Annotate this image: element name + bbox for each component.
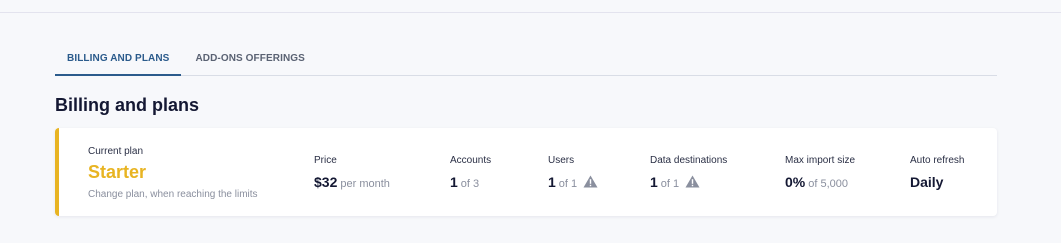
max-import-limit: of 5,000: [808, 178, 848, 190]
plan-summary-card: Current plan Starter Change plan, when r…: [55, 128, 997, 216]
accounts-label: Accounts: [450, 155, 492, 166]
section-title: Billing and plans: [55, 95, 200, 115]
users-count: 1: [548, 174, 556, 190]
current-plan-name: Starter: [88, 162, 147, 182]
change-plan-hint: Change plan, when reaching the limits: [88, 189, 258, 200]
accounts-value: 1 of 3: [450, 174, 479, 190]
auto-refresh-label: Auto refresh: [910, 155, 965, 166]
max-import-size-value: 0% of 5,000: [785, 174, 848, 190]
warning-icon[interactable]: [583, 175, 598, 188]
auto-refresh-value: Daily: [910, 174, 943, 190]
price-amount: $32: [314, 174, 338, 190]
users-limit: of 1: [558, 178, 578, 190]
users-value: 1 of 1: [548, 174, 598, 190]
accounts-limit: of 3: [460, 178, 480, 190]
price-value: $32 per month: [314, 174, 390, 190]
warning-icon[interactable]: [685, 175, 700, 188]
tab-billing-and-plans[interactable]: BILLING AND PLANS: [55, 48, 182, 76]
accounts-count: 1: [450, 174, 458, 190]
top-divider: [0, 12, 1061, 13]
max-import-size-label: Max import size: [785, 155, 856, 166]
price-period: per month: [340, 178, 390, 190]
data-destinations-count: 1: [650, 174, 658, 190]
data-destinations-limit: of 1: [660, 178, 680, 190]
tab-add-ons-offerings[interactable]: ADD-ONS OFFERINGS: [183, 48, 316, 76]
auto-refresh-frequency: Daily: [910, 174, 944, 190]
data-destinations-value: 1 of 1: [650, 174, 700, 190]
data-destinations-label: Data destinations: [650, 155, 728, 166]
price-label: Price: [314, 155, 337, 166]
current-plan-label: Current plan: [88, 146, 144, 157]
tab-bar: BILLING AND PLANS ADD-ONS OFFERINGS: [55, 48, 997, 76]
max-import-percent: 0%: [785, 174, 806, 190]
users-label: Users: [548, 155, 575, 166]
